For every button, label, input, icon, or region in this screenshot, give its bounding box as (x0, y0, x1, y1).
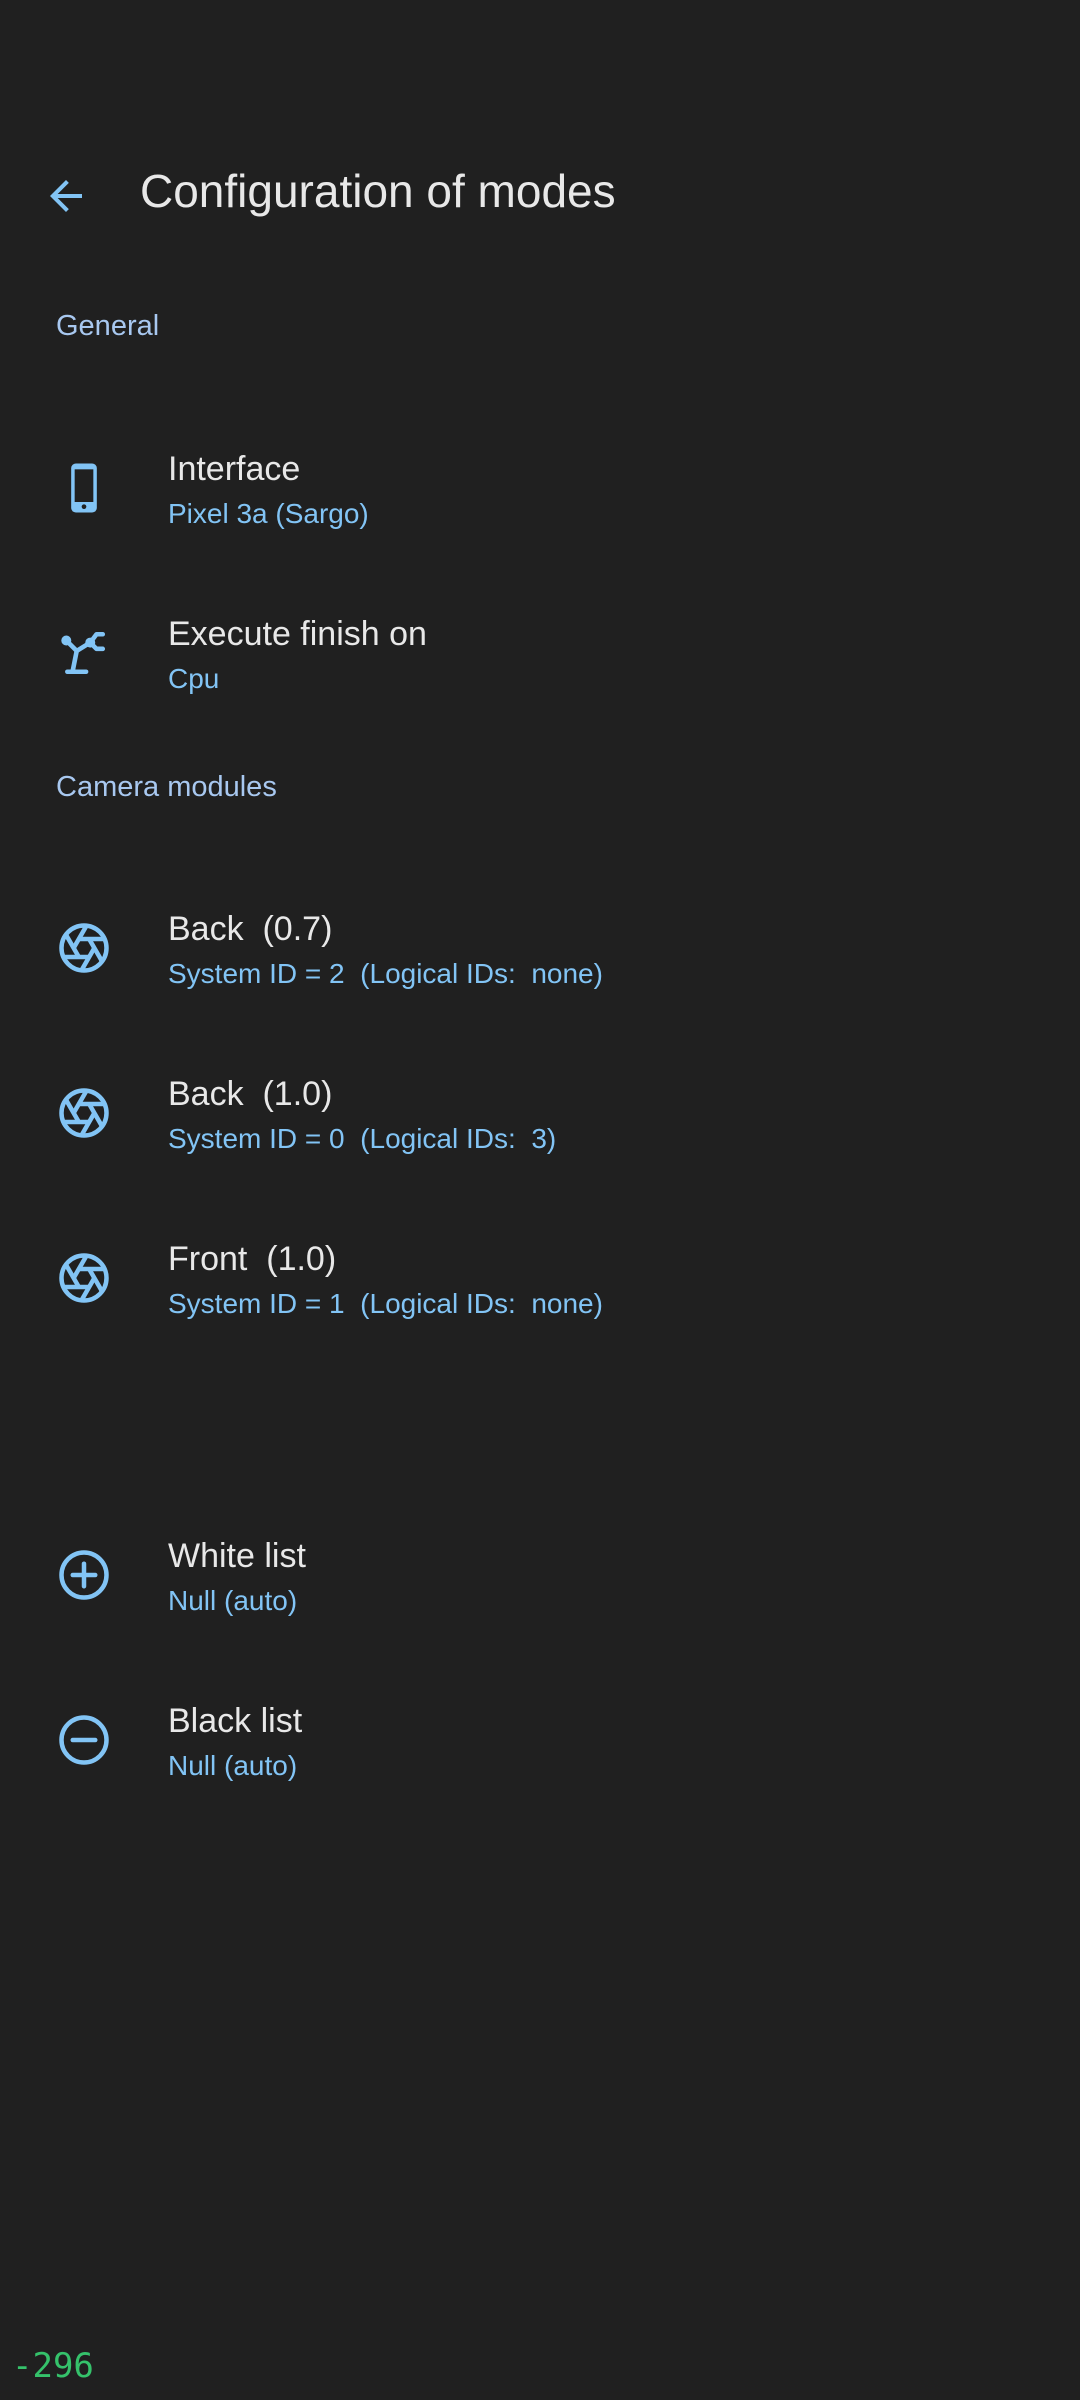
pref-summary: Null (auto) (168, 1585, 298, 1616)
pref-title: Back (0.7) (168, 910, 333, 948)
pref-title: White list (168, 1537, 306, 1575)
section-header-camera-modules: Camera modules (56, 771, 277, 803)
pref-title: Black list (168, 1702, 303, 1740)
camera-shutter-icon (54, 1248, 114, 1308)
pref-title: Back (1.0) (168, 1075, 333, 1113)
add-circle-icon (54, 1545, 114, 1605)
pref-item-interface[interactable]: Interface Pixel 3a (Sargo) (0, 420, 1080, 570)
page-title: Configuration of modes (140, 165, 616, 217)
smartphone-icon (54, 458, 114, 518)
arrow-back-icon (50, 180, 82, 212)
pref-summary: Pixel 3a (Sargo) (168, 498, 369, 529)
pref-item-camera-back-0-7[interactable]: Back (0.7) System ID = 2 (Logical IDs: n… (0, 880, 1080, 1030)
back-button[interactable] (30, 160, 102, 232)
pref-summary: Cpu (168, 663, 220, 694)
robot-arm-icon (54, 623, 114, 683)
pref-item-black-list[interactable]: Black list Null (auto) (0, 1672, 1080, 1822)
pref-item-execute-finish-on[interactable]: Execute finish on Cpu (0, 585, 1080, 735)
pref-title: Interface (168, 450, 301, 488)
pref-summary: System ID = 0 (Logical IDs: 3) (168, 1123, 557, 1154)
pref-title: Execute finish on (168, 615, 427, 653)
debug-counter: -296 (12, 2346, 94, 2386)
remove-circle-icon (54, 1710, 114, 1770)
pref-summary: System ID = 1 (Logical IDs: none) (168, 1288, 603, 1319)
pref-item-camera-back-1-0[interactable]: Back (1.0) System ID = 0 (Logical IDs: 3… (0, 1045, 1080, 1195)
pref-summary: System ID = 2 (Logical IDs: none) (168, 958, 603, 989)
pref-title: Front (1.0) (168, 1240, 337, 1278)
section-header-general: General (56, 310, 160, 342)
pref-item-camera-front-1-0[interactable]: Front (1.0) System ID = 1 (Logical IDs: … (0, 1210, 1080, 1360)
camera-shutter-icon (54, 918, 114, 978)
camera-shutter-icon (54, 1083, 114, 1143)
pref-summary: Null (auto) (168, 1750, 298, 1781)
app-bar: Configuration of modes (0, 140, 1080, 240)
pref-item-white-list[interactable]: White list Null (auto) (0, 1507, 1080, 1657)
